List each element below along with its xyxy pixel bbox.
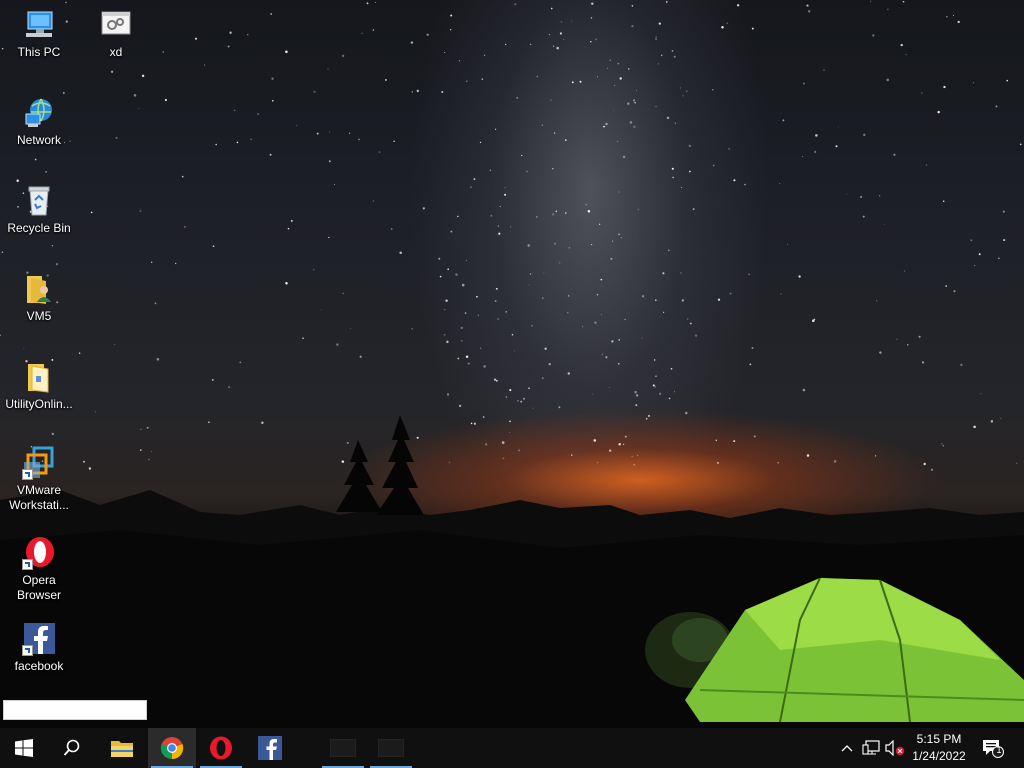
notification-count: 1 — [996, 745, 1002, 755]
folder-icon — [111, 741, 133, 757]
desktop-icon-label: Opera Browser — [16, 573, 61, 602]
taskbar-opera[interactable] — [197, 728, 245, 768]
show-hidden-icons-button[interactable] — [838, 738, 856, 758]
desktop-icon-label: xd — [109, 45, 123, 59]
desktop-icon-xd[interactable]: xd — [78, 8, 154, 60]
desktop-icon-label: This PC — [17, 45, 61, 59]
search-icon — [63, 739, 80, 756]
clock[interactable]: 5:15 PM 1/24/2022 — [905, 731, 973, 765]
taskbar-window-2[interactable] — [367, 728, 415, 768]
chrome-icon — [160, 737, 184, 760]
volume-tray-button[interactable] — [884, 738, 906, 758]
network-tray-button[interactable] — [860, 738, 882, 758]
shortcut-arrow-icon — [22, 559, 33, 570]
desktop-icon-network[interactable]: Network — [1, 96, 77, 148]
desktop-icon-label: UtilityOnlin... — [5, 397, 73, 411]
desktop-icon-label: facebook — [14, 659, 64, 673]
desktop-icon-label: Network — [16, 133, 61, 147]
vmware-icon — [22, 446, 56, 480]
network-icon — [22, 96, 56, 130]
facebook-icon — [22, 622, 56, 656]
chevron-up-icon — [841, 745, 853, 752]
clock-time: 5:15 PM — [916, 732, 962, 746]
desktop-icon-label: Recycle Bin — [7, 221, 71, 235]
volume-muted-icon — [885, 740, 905, 756]
desktop-icon-facebook[interactable]: facebook — [1, 622, 77, 674]
windows-logo-icon — [15, 739, 33, 757]
window-thumbnail-icon — [378, 739, 404, 757]
clock-date: 1/24/2022 — [912, 749, 966, 763]
desktop-icon-opera[interactable]: Opera Browser — [1, 536, 77, 603]
taskbar-facebook[interactable] — [246, 728, 294, 768]
taskbar: 5:15 PM 1/24/2022 1 — [0, 728, 1024, 768]
desktop-icon-this-pc[interactable]: This PC — [1, 8, 77, 60]
shortcut-arrow-icon — [22, 469, 33, 480]
landscape — [0, 415, 1024, 728]
desktop-icon-label: VM5 — [26, 309, 52, 323]
window-thumbnail-icon — [330, 739, 356, 757]
search-button[interactable] — [48, 728, 96, 768]
taskbar-window-1[interactable] — [319, 728, 367, 768]
desktop-icon-vmware[interactable]: VMware Workstati... — [1, 446, 77, 513]
opera-icon — [22, 536, 56, 570]
start-button[interactable] — [0, 728, 48, 768]
action-center-button[interactable]: 1 — [980, 738, 1006, 758]
taskbar-file-explorer[interactable] — [98, 728, 146, 768]
desktop-icon-recycle-bin[interactable]: Recycle Bin — [1, 184, 77, 236]
taskbar-chrome[interactable] — [148, 728, 196, 768]
desktop-icon-vm5[interactable]: VM5 — [1, 272, 77, 324]
opera-icon — [210, 736, 232, 760]
desktop-icon-label: VMware Workstati... — [9, 483, 69, 512]
user-folder-icon — [22, 272, 56, 306]
desktop-wallpaper — [0, 0, 1024, 728]
shortcut-arrow-icon — [22, 645, 33, 656]
facebook-icon — [258, 736, 282, 760]
rename-input[interactable] — [3, 700, 147, 720]
computer-icon — [22, 8, 56, 42]
recycle-bin-icon — [22, 184, 56, 218]
desktop-icon-utilityonline[interactable]: UtilityOnlin... — [1, 360, 77, 412]
network-status-icon — [862, 740, 880, 755]
settings-file-icon — [99, 8, 133, 42]
document-folder-icon — [22, 360, 56, 394]
